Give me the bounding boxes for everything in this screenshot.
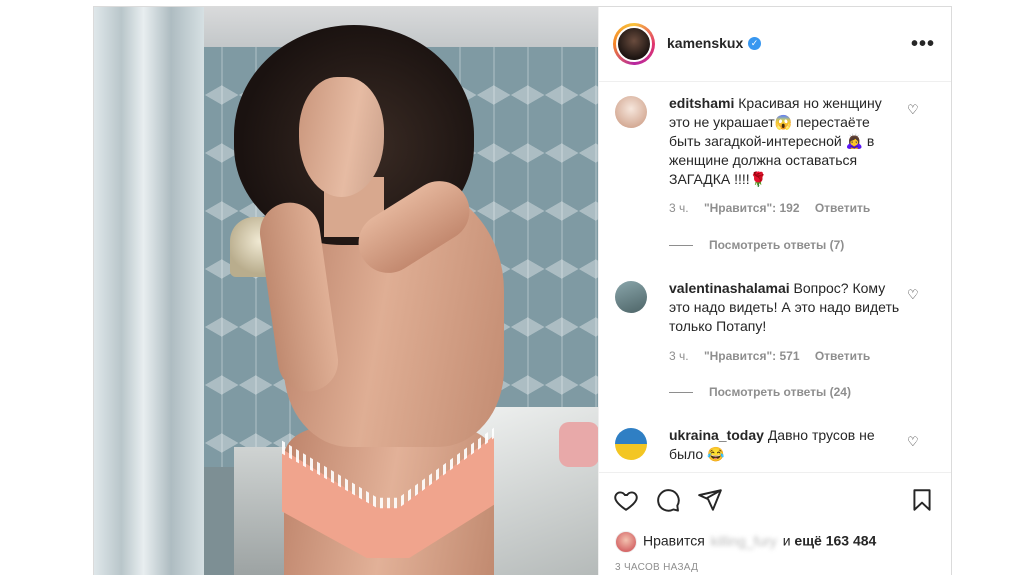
comment-likes[interactable]: "Нравится": 192	[704, 201, 800, 215]
action-bar	[613, 487, 939, 517]
post-card: kamenskux ✓ ••• editshami Красивая но же…	[93, 6, 952, 575]
liker-avatar	[615, 531, 637, 553]
reply-button[interactable]: Ответить	[815, 201, 870, 215]
view-replies-button[interactable]: Посмотреть ответы (7)	[669, 238, 844, 252]
more-options-icon[interactable]: •••	[911, 33, 935, 56]
likes-summary[interactable]: Нравится killing_fury и ещё 163 484	[615, 531, 876, 553]
photo-pillow	[559, 422, 598, 467]
comment-meta: 3 ч. "Нравится": 571 Ответить	[669, 349, 882, 363]
photo-curtain	[94, 7, 204, 575]
commenter-avatar[interactable]	[615, 281, 647, 313]
commenter-avatar[interactable]	[615, 428, 647, 460]
commenter-username[interactable]: valentinashalamai	[669, 280, 790, 296]
commenter-username[interactable]: ukraina_today	[669, 427, 764, 443]
verified-badge-icon: ✓	[748, 37, 761, 50]
bookmark-icon[interactable]	[909, 487, 935, 513]
author-avatar[interactable]	[613, 23, 655, 65]
view-replies-label: Посмотреть ответы (24)	[709, 385, 851, 399]
post-header: kamenskux ✓ •••	[599, 7, 951, 82]
comment-heart-icon[interactable]: ♡	[907, 287, 919, 303]
comment-likes[interactable]: "Нравится": 571	[704, 349, 800, 363]
reply-button[interactable]: Ответить	[815, 349, 870, 363]
comment-heart-icon[interactable]: ♡	[907, 434, 919, 450]
heart-icon[interactable]	[613, 487, 639, 513]
post-footer: Нравится killing_fury и ещё 163 484 3 ЧА…	[599, 472, 951, 576]
likes-count[interactable]: ещё 163 484	[794, 533, 876, 549]
replies-divider	[669, 392, 693, 394]
comment-time: 3 ч.	[669, 349, 689, 363]
liked-by-username-blurred[interactable]: killing_fury	[711, 533, 777, 549]
comment-time: 3 ч.	[669, 201, 689, 215]
comment-heart-icon[interactable]: ♡	[907, 102, 919, 118]
post-photo[interactable]	[94, 7, 598, 575]
comment-body: ukraina_today Давно трусов не было 😂	[669, 426, 905, 464]
likes-and: и	[782, 532, 791, 549]
post-side-panel: kamenskux ✓ ••• editshami Красивая но же…	[598, 7, 951, 575]
share-icon[interactable]	[697, 487, 723, 513]
author-avatar-image	[616, 26, 652, 62]
comment-body: valentinashalamai Вопрос? Кому это надо …	[669, 279, 905, 336]
comment-icon[interactable]	[655, 487, 681, 513]
comments-list: editshami Красивая но женщину это не укр…	[599, 82, 951, 472]
commenter-username[interactable]: editshami	[669, 95, 734, 111]
view-replies-label: Посмотреть ответы (7)	[709, 238, 845, 252]
post-timestamp: 3 ЧАСОВ НАЗАД	[615, 562, 699, 573]
likes-prefix: Нравится	[643, 532, 705, 549]
view-replies-button[interactable]: Посмотреть ответы (24)	[669, 385, 851, 399]
author-username[interactable]: kamenskux	[667, 35, 743, 51]
replies-divider	[669, 245, 693, 247]
commenter-avatar[interactable]	[615, 96, 647, 128]
photo-figure-face	[299, 77, 384, 197]
comment-meta: 3 ч. "Нравится": 192 Ответить	[669, 201, 882, 215]
comment-body: editshami Красивая но женщину это не укр…	[669, 94, 905, 189]
